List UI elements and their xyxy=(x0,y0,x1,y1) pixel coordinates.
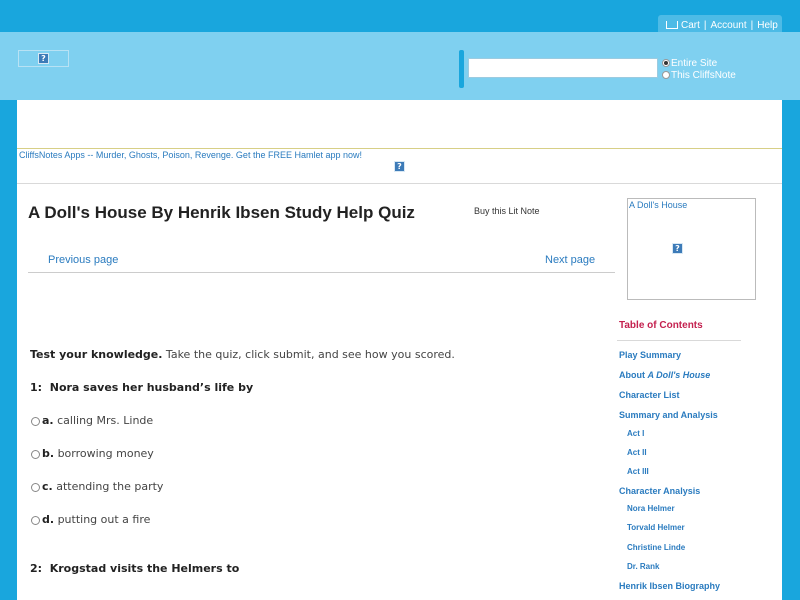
search-scope-this-cliffsnote[interactable]: This CliffsNote xyxy=(662,70,736,82)
toc-act-2[interactable]: Act II xyxy=(627,448,647,457)
search-accent-bar xyxy=(459,50,464,88)
question-text: 1: Nora saves her husband’s life by xyxy=(30,381,253,394)
option-text: borrowing money xyxy=(57,447,154,460)
previous-page-link[interactable]: Previous page xyxy=(48,254,118,266)
toc-about-prefix: About xyxy=(619,370,648,380)
search-scope-entire-site[interactable]: Entire Site xyxy=(662,58,717,70)
divider xyxy=(17,183,782,184)
divider xyxy=(28,272,615,273)
question-number: 1: xyxy=(30,381,43,394)
toc-christine-linde[interactable]: Christine Linde xyxy=(627,543,685,552)
quiz-intro-bold: Test your knowledge. xyxy=(30,348,163,361)
toc-character-list[interactable]: Character List xyxy=(619,390,680,400)
toc-play-summary[interactable]: Play Summary xyxy=(619,350,681,360)
scope-label: This CliffsNote xyxy=(671,70,736,81)
question-number: 2: xyxy=(30,562,43,575)
option-text: calling Mrs. Linde xyxy=(57,414,154,427)
missing-image-icon: ? xyxy=(38,53,49,64)
help-link[interactable]: Help xyxy=(757,20,778,31)
question-text: 2: Krogstad visits the Helmers to xyxy=(30,562,239,575)
toc-summary-analysis[interactable]: Summary and Analysis xyxy=(619,410,718,420)
radio-icon[interactable] xyxy=(31,483,40,492)
answer-option[interactable]: a. calling Mrs. Linde xyxy=(31,414,153,427)
toc-nora-helmer[interactable]: Nora Helmer xyxy=(627,504,675,513)
page-title: A Doll's House By Henrik Ibsen Study Hel… xyxy=(28,203,415,222)
account-link[interactable]: Account xyxy=(711,20,747,31)
divider xyxy=(617,340,741,341)
toc-title: Table of Contents xyxy=(619,320,703,331)
answer-option[interactable]: b. borrowing money xyxy=(31,447,154,460)
answer-option[interactable]: c. attending the party xyxy=(31,480,163,493)
option-letter: b. xyxy=(42,447,55,460)
question-prompt: Nora saves her husband’s life by xyxy=(49,381,254,394)
answer-option[interactable]: d. putting out a fire xyxy=(31,513,150,526)
radio-icon[interactable] xyxy=(662,71,670,79)
toc-torvald-helmer[interactable]: Torvald Helmer xyxy=(627,523,685,532)
cart-link[interactable]: Cart xyxy=(681,20,700,31)
radio-icon[interactable] xyxy=(31,417,40,426)
toc-ibsen-biography[interactable]: Henrik Ibsen Biography xyxy=(619,581,720,591)
scope-label: Entire Site xyxy=(671,58,718,69)
radio-icon[interactable] xyxy=(31,516,40,525)
missing-image-icon: ? xyxy=(394,161,405,172)
missing-image-icon: ? xyxy=(672,243,683,254)
toc-dr-rank[interactable]: Dr. Rank xyxy=(627,562,659,571)
site-logo[interactable]: ? xyxy=(18,50,69,67)
option-text: attending the party xyxy=(56,480,164,493)
utility-separator: | xyxy=(750,20,754,31)
quiz-intro-text: Take the quiz, click submit, and see how… xyxy=(162,348,455,361)
toc-about[interactable]: About A Doll's House xyxy=(619,370,710,380)
promo-link[interactable]: CliffsNotes Apps -- Murder, Ghosts, Pois… xyxy=(19,150,362,160)
search-input[interactable] xyxy=(468,58,658,78)
question-prompt: Krogstad visits the Helmers to xyxy=(49,562,240,575)
divider xyxy=(17,148,782,149)
cart-icon[interactable] xyxy=(666,21,678,29)
main-content: CliffsNotes Apps -- Murder, Ghosts, Pois… xyxy=(17,100,782,600)
next-page-link[interactable]: Next page xyxy=(545,254,595,266)
radio-selected-icon[interactable] xyxy=(662,59,670,67)
toc-act-1[interactable]: Act I xyxy=(627,429,644,438)
utility-separator: | xyxy=(703,20,707,31)
option-letter: c. xyxy=(42,480,53,493)
option-letter: d. xyxy=(42,513,55,526)
toc-character-analysis[interactable]: Character Analysis xyxy=(619,486,700,496)
option-letter: a. xyxy=(42,414,54,427)
book-cover-thumbnail[interactable]: A Doll's House ? xyxy=(627,198,756,300)
radio-icon[interactable] xyxy=(31,450,40,459)
buy-link[interactable]: Buy this Lit Note xyxy=(474,206,540,216)
option-text: putting out a fire xyxy=(57,513,151,526)
book-cover-caption: A Doll's House xyxy=(629,200,688,210)
quiz-intro: Test your knowledge. Take the quiz, clic… xyxy=(30,348,455,361)
toc-act-3[interactable]: Act III xyxy=(627,467,649,476)
toc-about-title: A Doll's House xyxy=(647,370,711,380)
